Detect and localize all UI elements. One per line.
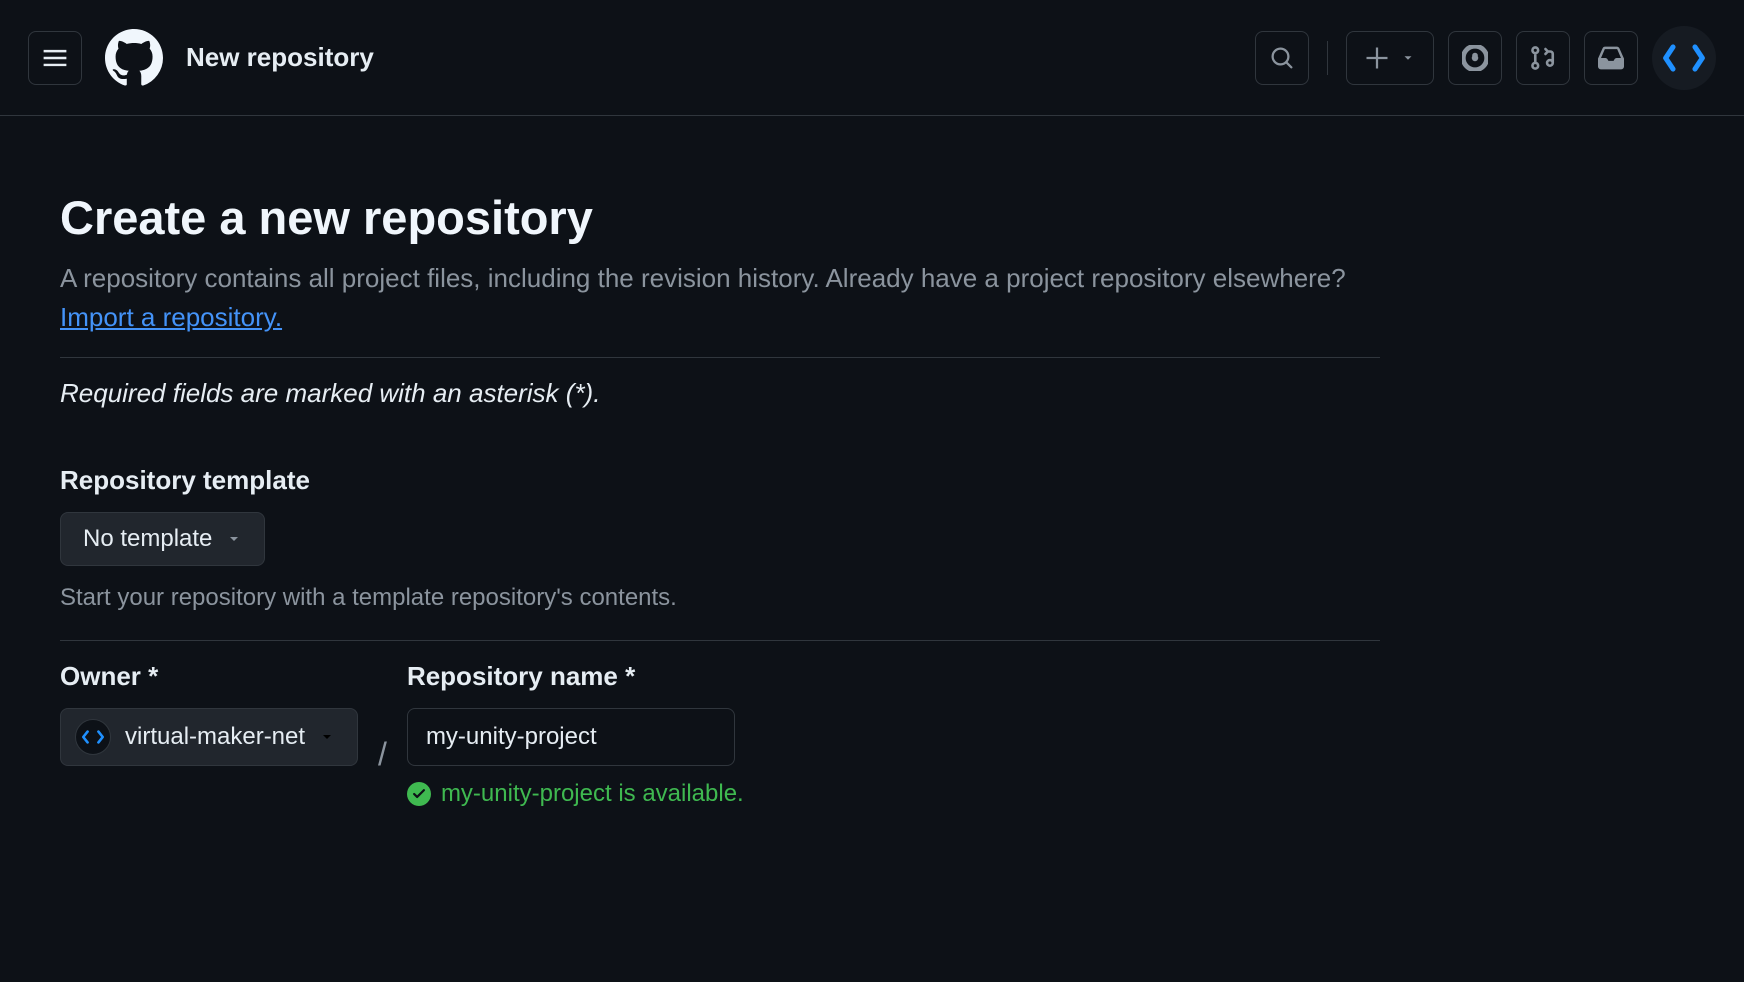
github-icon (105, 29, 163, 87)
owner-avatar (75, 719, 111, 755)
availability-message: my-unity-project is available. (407, 780, 744, 808)
issues-button[interactable] (1448, 31, 1502, 85)
search-button[interactable] (1255, 31, 1309, 85)
owner-column: Owner * virtual-maker-net (60, 661, 358, 766)
owner-label: Owner * (60, 661, 358, 692)
avatar-logo-icon (1662, 36, 1706, 80)
section-divider (60, 357, 1380, 358)
availability-text: my-unity-project is available. (441, 780, 744, 808)
caret-down-icon (319, 729, 335, 745)
create-new-button[interactable] (1346, 31, 1434, 85)
issue-icon (1462, 45, 1488, 71)
owner-avatar-icon (80, 724, 106, 750)
owner-selected: virtual-maker-net (125, 723, 305, 751)
search-icon (1270, 46, 1294, 70)
page-description: A repository contains all project files,… (60, 259, 1380, 337)
inbox-icon (1598, 45, 1624, 71)
main-heading: Create a new repository (60, 190, 1460, 245)
notifications-button[interactable] (1584, 31, 1638, 85)
caret-down-icon (1401, 51, 1415, 65)
description-text: A repository contains all project files,… (60, 263, 1346, 293)
template-help-text: Start your repository with a template re… (60, 584, 1460, 612)
hamburger-icon (42, 45, 68, 71)
user-avatar[interactable] (1652, 26, 1716, 90)
page-title: New repository (186, 42, 374, 73)
template-dropdown[interactable]: No template (60, 512, 265, 566)
section-divider (60, 640, 1380, 641)
header-left: New repository (28, 28, 374, 88)
divider (1327, 41, 1328, 75)
repo-name-column: Repository name * my-unity-project is av… (407, 661, 744, 808)
owner-dropdown[interactable]: virtual-maker-net (60, 708, 358, 766)
owner-repo-row: Owner * virtual-maker-net / Repository n… (60, 661, 1460, 808)
header-right (1255, 26, 1716, 90)
template-selected: No template (83, 525, 212, 553)
import-repository-link[interactable]: Import a repository. (60, 302, 282, 332)
top-header: New repository (0, 0, 1744, 116)
menu-button[interactable] (28, 31, 82, 85)
owner-repo-slash: / (358, 736, 407, 773)
main-content: Create a new repository A repository con… (60, 116, 1460, 808)
pull-request-icon (1530, 45, 1556, 71)
pull-requests-button[interactable] (1516, 31, 1570, 85)
repo-name-input[interactable] (407, 708, 735, 766)
check-circle-icon (407, 782, 431, 806)
github-logo[interactable] (104, 28, 164, 88)
plus-icon (1365, 46, 1389, 70)
template-label: Repository template (60, 465, 1460, 496)
repo-name-label: Repository name * (407, 661, 744, 692)
required-fields-note: Required fields are marked with an aster… (60, 378, 1460, 409)
caret-down-icon (226, 531, 242, 547)
